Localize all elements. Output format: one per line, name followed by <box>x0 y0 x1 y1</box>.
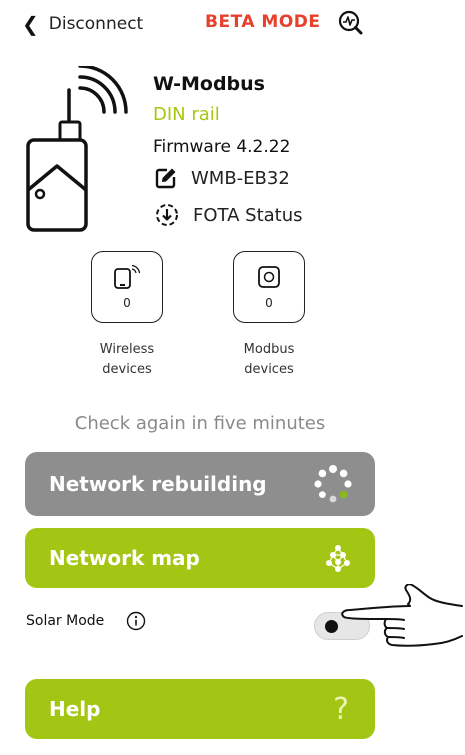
network-map-label: Network map <box>49 546 200 570</box>
disconnect-button[interactable]: ❮ Disconnect <box>22 10 143 38</box>
din-rail-device-illustration <box>26 66 128 232</box>
firmware-version: Firmware 4.2.22 <box>153 137 291 157</box>
device-name: W-Modbus <box>153 73 265 95</box>
edit-icon <box>155 168 176 189</box>
beta-inspect-icon[interactable] <box>336 9 364 37</box>
disconnect-label: Disconnect <box>48 14 144 34</box>
network-rebuilding-label: Network rebuilding <box>49 472 267 496</box>
toggle-knob <box>325 620 338 633</box>
status-message: Check again in five minutes <box>74 413 326 434</box>
fota-status-label: FOTA Status <box>193 204 303 226</box>
wireless-devices-card[interactable]: 0 <box>91 251 163 323</box>
modbus-devices-card[interactable]: 0 <box>233 251 305 323</box>
chevron-left-icon: ❮ <box>22 12 39 36</box>
wireless-devices-caption: Wireless devices <box>99 342 155 377</box>
edit-model-button[interactable]: WMB-EB32 <box>155 167 290 189</box>
pointing-hand-icon <box>341 584 463 647</box>
beta-mode-label: BETA MODE <box>205 12 321 32</box>
device-type: DIN rail <box>153 104 220 125</box>
fota-download-icon <box>156 204 178 226</box>
help-label: Help <box>49 697 101 721</box>
modbus-devices-caption: Modbus devices <box>243 342 295 377</box>
network-rebuilding-button[interactable]: Network rebuilding <box>25 452 375 516</box>
info-icon[interactable] <box>126 611 146 631</box>
modbus-device-icon <box>258 266 280 288</box>
question-mark-icon: ? <box>333 691 349 727</box>
wireless-device-icon <box>114 264 141 289</box>
help-button[interactable]: Help ? <box>25 679 375 739</box>
solar-mode-label: Solar Mode <box>26 613 105 629</box>
network-map-button[interactable]: Network map <box>25 528 375 588</box>
wireless-count: 0 <box>123 296 131 310</box>
modbus-count: 0 <box>265 296 273 310</box>
device-model: WMB-EB32 <box>191 167 290 189</box>
network-map-icon <box>326 545 350 572</box>
fota-status-button[interactable]: FOTA Status <box>155 203 303 227</box>
loading-spinner-icon <box>314 465 352 503</box>
